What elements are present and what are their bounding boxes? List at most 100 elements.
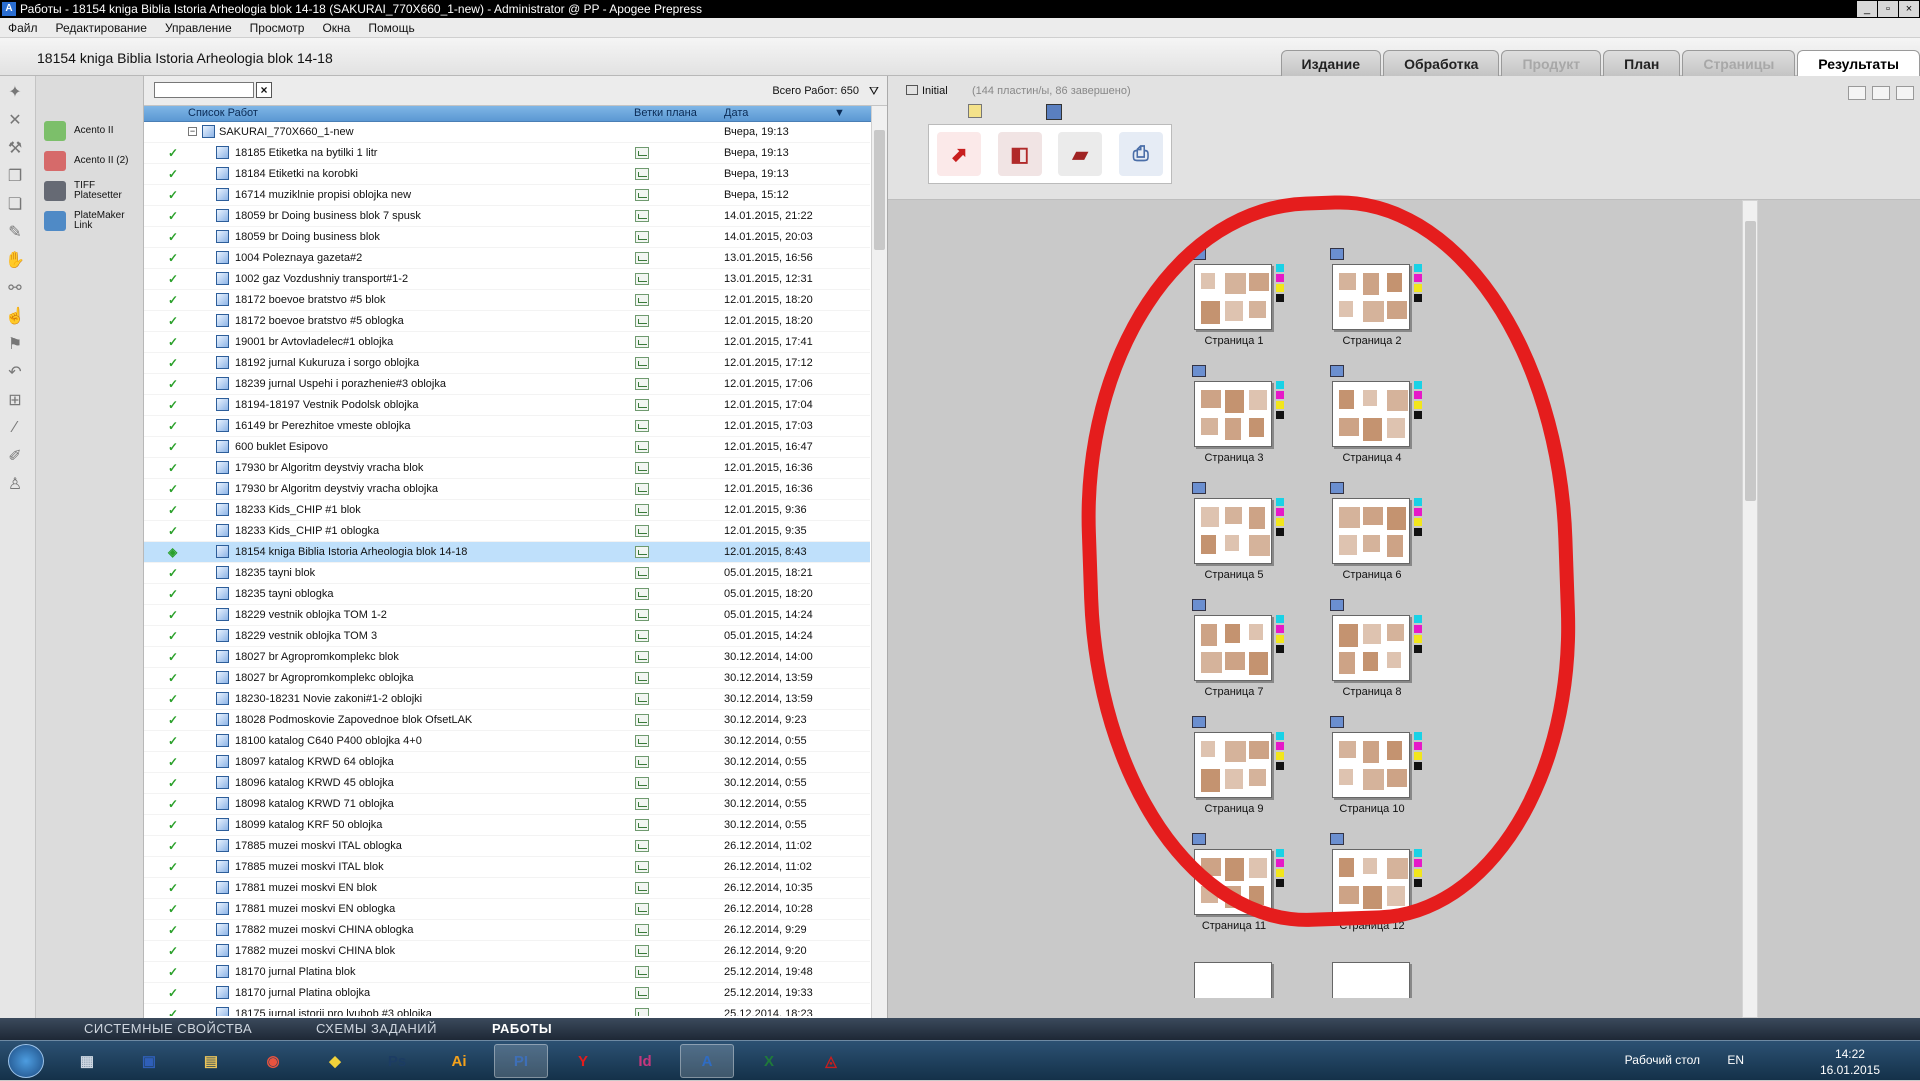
taskbar-save-icon[interactable]: ▣	[122, 1044, 176, 1078]
pen-icon[interactable]: ✎	[3, 220, 27, 244]
plan-branch-icon[interactable]	[635, 210, 649, 222]
collapse-icon[interactable]: −	[188, 127, 197, 136]
menu-file[interactable]: Файл	[8, 21, 38, 35]
plan-branch-icon[interactable]	[635, 651, 649, 663]
job-row[interactable]: ✓ 18028 Podmoskovie Zapovednoe blok Ofset…	[144, 710, 870, 731]
plan-branch-icon[interactable]	[635, 357, 649, 369]
scroll-thumb[interactable]	[1745, 221, 1756, 501]
plan-branch-icon[interactable]	[635, 567, 649, 579]
job-row[interactable]: ✓ 600 buklet Esipovo 12.01.2015, 16:47	[144, 437, 870, 458]
plan-branch-icon[interactable]	[635, 672, 649, 684]
plan-branch-icon[interactable]	[635, 924, 649, 936]
job-row[interactable]: ✓ 16149 br Perezhitoe vmeste oblojka 12.01…	[144, 416, 870, 437]
person-icon[interactable]: ♙	[3, 472, 27, 496]
job-row[interactable]: ✓ 18230-18231 Novie zakoni#1-2 oblojki 30.…	[144, 689, 870, 710]
plan-branch-icon[interactable]	[635, 294, 649, 306]
job-group-row[interactable]: − SAKURAI_770X660_1-new Вчера, 19:13	[144, 122, 870, 143]
menu-view[interactable]: Просмотр	[250, 21, 305, 35]
plan-branch-icon[interactable]	[635, 189, 649, 201]
job-row[interactable]: ✓ 18235 tayni blok 05.01.2015, 18:21	[144, 563, 870, 584]
tools-icon[interactable]: ⚒	[3, 136, 27, 160]
job-row[interactable]: ✓ 17882 muzei moskvi CHINA oblogka 26.12.2…	[144, 920, 870, 941]
job-row[interactable]: ✓ 1002 gaz Vozdushniy transport#1-2 13.01.…	[144, 269, 870, 290]
detail-view-icon[interactable]	[1896, 86, 1914, 100]
job-row[interactable]: ✓ 17882 muzei moskvi CHINA blok 26.12.2014…	[144, 941, 870, 962]
plan-branch-icon[interactable]	[635, 378, 649, 390]
copy-icon[interactable]: ❐	[3, 164, 27, 188]
brush-icon[interactable]: ⁄	[3, 416, 27, 440]
output-step-icon[interactable]: ⎙	[1118, 132, 1163, 176]
taskbar-indesign-icon[interactable]: Id	[618, 1044, 672, 1078]
job-row[interactable]: ✓ 17930 br Algoritm deystviy vracha blok 1…	[144, 458, 870, 479]
plan-branch-icon[interactable]	[635, 525, 649, 537]
tab-plan[interactable]: План	[1603, 50, 1681, 76]
plan-branch-icon[interactable]	[635, 882, 649, 894]
menu-edit[interactable]: Редактирование	[56, 21, 147, 35]
job-row[interactable]: ✓ 1004 Poleznaya gazeta#2 13.01.2015, 16:5…	[144, 248, 870, 269]
tab-processing[interactable]: Обработка	[1383, 50, 1500, 76]
plan-branch-icon[interactable]	[635, 861, 649, 873]
job-row[interactable]: ✓ 18172 boevoe bratstvo #5 blok 12.01.2015…	[144, 290, 870, 311]
render-step-icon[interactable]: ▰	[1058, 132, 1103, 176]
job-row[interactable]: ✓ 18239 jurnal Uspehi i porazhenie#3 oblo…	[144, 374, 870, 395]
plan-branch-icon[interactable]	[635, 840, 649, 852]
job-row[interactable]: ✓ 18172 boevoe bratstvo #5 oblogka 12.01.2…	[144, 311, 870, 332]
plan-branch-icon[interactable]	[635, 504, 649, 516]
job-row[interactable]: ✓ 19001 br Avtovladelec#1 oblojka 12.01.20…	[144, 332, 870, 353]
plan-branch-icon[interactable]	[635, 777, 649, 789]
list-view-icon[interactable]	[1872, 86, 1890, 100]
results-scrollbar[interactable]	[1742, 200, 1758, 1018]
clock[interactable]: 14:22 16.01.2015	[1820, 1046, 1880, 1078]
taskbar-excel-icon[interactable]: X	[742, 1044, 796, 1078]
job-row[interactable]: ✓ 18175 jurnal istorii pro lyubob #3 oblo…	[144, 1004, 870, 1016]
plan-branch-icon[interactable]	[635, 315, 649, 327]
job-row[interactable]: ✓ 18027 br Agropromkomplekc oblojka 30.12.…	[144, 668, 870, 689]
job-row[interactable]: ✓ 18097 katalog KRWD 64 oblojka 30.12.2014…	[144, 752, 870, 773]
plan-branch-icon[interactable]	[635, 441, 649, 453]
pdf-step-icon[interactable]: ⬈	[937, 132, 982, 176]
wand-icon[interactable]: ✦	[3, 80, 27, 104]
taskbar-acrobat-icon[interactable]: ◬	[804, 1044, 858, 1078]
thumb-icon[interactable]: ☝	[3, 304, 27, 328]
menu-help[interactable]: Помощь	[368, 21, 414, 35]
job-row[interactable]: ✓ 17930 br Algoritm deystviy vracha obloj…	[144, 479, 870, 500]
copy-alt-icon[interactable]: ❏	[3, 192, 27, 216]
plan-branch-icon[interactable]	[635, 756, 649, 768]
plan-branch-icon[interactable]	[635, 168, 649, 180]
job-row[interactable]: ✓ 18027 br Agropromkomplekc blok 30.12.201…	[144, 647, 870, 668]
pencil-icon[interactable]: ✐	[3, 444, 27, 468]
job-row[interactable]: ✓ 18170 jurnal Platina blok 25.12.2014, 19…	[144, 962, 870, 983]
job-row[interactable]: ✓ 18170 jurnal Platina oblojka 25.12.2014,…	[144, 983, 870, 1004]
taskbar-apogee-icon[interactable]: A	[680, 1044, 734, 1078]
job-row[interactable]: ✓ 18059 br Doing business blok 14.01.2015,…	[144, 227, 870, 248]
column-date[interactable]: Дата	[724, 107, 748, 119]
tab-edition[interactable]: Издание	[1280, 50, 1382, 76]
job-row[interactable]: ✓ 18185 Etiketka na bytilki 1 litr Вчера, …	[144, 143, 870, 164]
job-row[interactable]: ✓ 18184 Etiketki na korobki Вчера, 19:13	[144, 164, 870, 185]
plan-branch-icon[interactable]	[635, 462, 649, 474]
column-job-list[interactable]: Список Работ	[188, 107, 258, 119]
plan-branch-icon[interactable]	[635, 966, 649, 978]
taskbar-chrome-icon[interactable]: ◉	[246, 1044, 300, 1078]
device-tiff-platesetter[interactable]: TIFF Platesetter	[36, 176, 143, 206]
plan-branch-icon[interactable]	[635, 819, 649, 831]
plan-branch-icon[interactable]	[635, 798, 649, 810]
page-thumbnail-partial[interactable]	[1192, 950, 1312, 998]
plan-branch-icon[interactable]	[635, 588, 649, 600]
plan-branch-icon[interactable]	[635, 231, 649, 243]
column-plan-branches[interactable]: Ветки плана	[634, 107, 697, 119]
job-row[interactable]: ✓ 18098 katalog KRWD 71 oblojka 30.12.2014…	[144, 794, 870, 815]
stamp-icon[interactable]: ⊞	[3, 388, 27, 412]
page-thumbnail-partial[interactable]	[1330, 950, 1450, 998]
job-row[interactable]: ✓ 18194-18197 Vestnik Podolsk oblojka 12.0…	[144, 395, 870, 416]
job-row[interactable]: ✓ 18099 katalog KRF 50 oblojka 30.12.2014,…	[144, 815, 870, 836]
minimize-button[interactable]: _	[1857, 1, 1877, 17]
job-row[interactable]: ✓ 16714 muziklnie propisi oblojka new Вчер…	[144, 185, 870, 206]
plan-branch-icon[interactable]	[635, 273, 649, 285]
plan-branch-icon[interactable]	[635, 483, 649, 495]
job-row[interactable]: ✓ 18235 tayni oblogka 05.01.2015, 18:20	[144, 584, 870, 605]
grid-view-icon[interactable]	[1848, 86, 1866, 100]
tab-jobs[interactable]: РАБОТЫ	[492, 1021, 552, 1036]
delete-icon[interactable]: ✕	[3, 108, 27, 132]
plan-branch-icon[interactable]	[635, 420, 649, 432]
